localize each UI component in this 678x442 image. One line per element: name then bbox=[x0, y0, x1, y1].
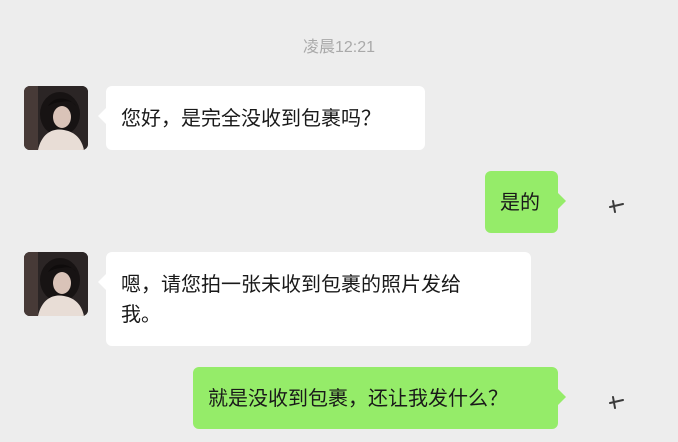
message-text-line: 嗯，请您拍一张未收到包裹的照片发给 bbox=[121, 272, 461, 296]
incoming-message-bubble[interactable]: 您好，是完全没收到包裹吗？ bbox=[98, 86, 425, 150]
message-text-line: 我。 bbox=[121, 302, 161, 326]
handwritten-mark-icon bbox=[609, 200, 624, 213]
contact-avatar[interactable] bbox=[24, 252, 88, 316]
handwritten-mark-icon bbox=[609, 396, 624, 409]
message-text: 就是没收到包裹，还让我发什么？ bbox=[208, 386, 508, 410]
contact-avatar[interactable] bbox=[24, 86, 88, 150]
chat-conversation: 凌晨12:21 您好，是完全没收到包裹吗？ 是的 嗯，请您拍一张未收到包裹的照片… bbox=[0, 0, 678, 442]
incoming-message-bubble[interactable]: 嗯，请您拍一张未收到包裹的照片发给 我。 bbox=[98, 252, 531, 346]
outgoing-message-bubble[interactable]: 就是没收到包裹，还让我发什么？ bbox=[193, 367, 566, 429]
outgoing-message-bubble[interactable]: 是的 bbox=[485, 171, 566, 233]
message-timestamp: 凌晨12:21 bbox=[302, 39, 376, 56]
message-text: 是的 bbox=[500, 190, 540, 214]
message-text: 您好，是完全没收到包裹吗？ bbox=[121, 106, 381, 130]
